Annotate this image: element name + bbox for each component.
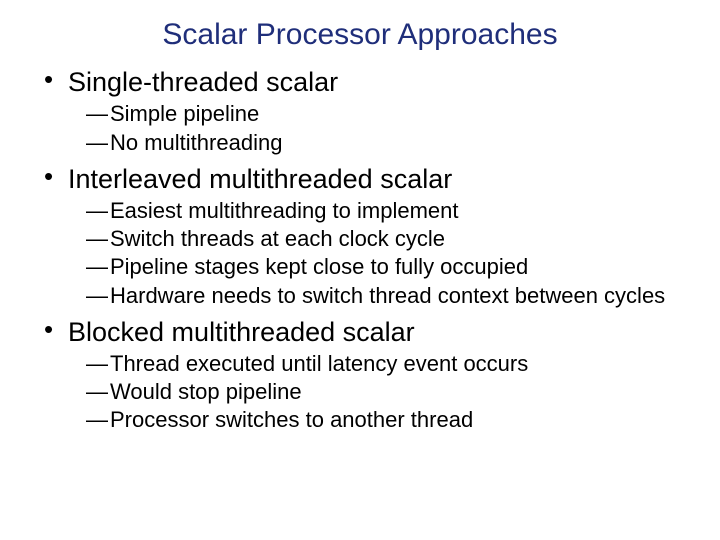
sub-list: Simple pipeline No multithreading: [68, 100, 682, 156]
list-item-label: Single-threaded scalar: [68, 67, 338, 97]
sub-list: Easiest multithreading to implement Swit…: [68, 197, 682, 310]
sub-list-item: Thread executed until latency event occu…: [86, 350, 682, 378]
sub-list-item: Would stop pipeline: [86, 378, 682, 406]
sub-list-item: Hardware needs to switch thread context …: [86, 282, 682, 310]
sub-list-item: Easiest multithreading to implement: [86, 197, 682, 225]
bullet-list: Single-threaded scalar Simple pipeline N…: [38, 66, 682, 435]
sub-list-item: Pipeline stages kept close to fully occu…: [86, 253, 682, 281]
sub-list-item: Switch threads at each clock cycle: [86, 225, 682, 253]
slide-title: Scalar Processor Approaches: [38, 18, 682, 52]
list-item-label: Blocked multithreaded scalar: [68, 317, 415, 347]
sub-list-item: Processor switches to another thread: [86, 406, 682, 434]
list-item-label: Interleaved multithreaded scalar: [68, 164, 452, 194]
sub-list: Thread executed until latency event occu…: [68, 350, 682, 434]
sub-list-item: Simple pipeline: [86, 100, 682, 128]
slide: Scalar Processor Approaches Single-threa…: [0, 0, 720, 540]
list-item: Interleaved multithreaded scalar Easiest…: [38, 163, 682, 310]
list-item: Single-threaded scalar Simple pipeline N…: [38, 66, 682, 157]
sub-list-item: No multithreading: [86, 129, 682, 157]
list-item: Blocked multithreaded scalar Thread exec…: [38, 316, 682, 435]
